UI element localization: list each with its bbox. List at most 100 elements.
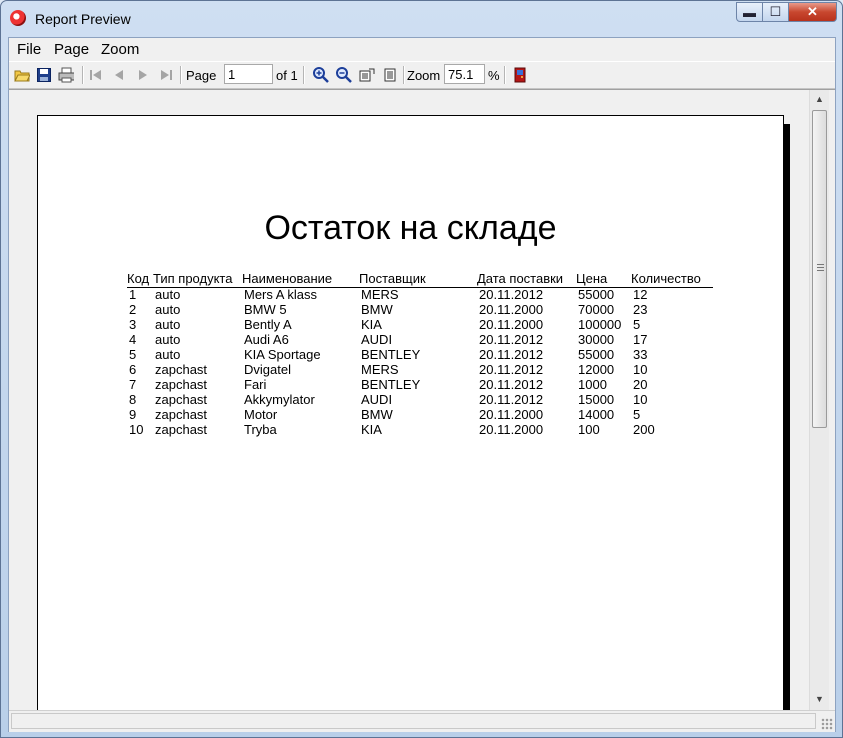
save-icon[interactable] — [36, 67, 52, 83]
page-number-input[interactable] — [224, 64, 273, 84]
preview-viewport: Остаток на складе Код Тип продукта Наимено… — [9, 89, 835, 710]
first-page-icon[interactable] — [88, 67, 104, 83]
zoom-input[interactable] — [444, 64, 485, 84]
close-button[interactable]: ✕ — [789, 2, 837, 22]
cell-date: 20.11.2012 — [479, 332, 544, 347]
cell-qty: 5 — [633, 317, 641, 332]
cell-name: Motor — [244, 407, 278, 422]
cell-date: 20.11.2012 — [479, 287, 544, 302]
cell-supplier: BMW — [361, 407, 393, 422]
cell-supplier: AUDI — [361, 392, 393, 407]
column-header-date: Дата поставки — [477, 271, 564, 286]
cell-code: 7 — [129, 377, 137, 392]
whole-page-icon[interactable] — [382, 67, 398, 83]
open-folder-icon[interactable] — [14, 67, 30, 83]
window-title: Report Preview — [35, 11, 131, 27]
report-title: Остаток на складе — [264, 209, 557, 247]
report-preview-window: Report Preview ▬ ☐ ✕ File Page Zoom Page… — [0, 0, 843, 738]
report-page: Остаток на складе Код Тип продукта Наимено… — [37, 115, 784, 710]
cell-qty: 20 — [633, 377, 648, 392]
cell-supplier: KIA — [361, 422, 382, 437]
scrollbar-grip-icon — [817, 264, 824, 273]
cell-qty: 10 — [633, 362, 648, 377]
vertical-scrollbar[interactable]: ▲ ▼ — [809, 90, 829, 710]
resize-grip-icon[interactable] — [821, 718, 833, 730]
page-label: Page — [186, 68, 217, 83]
menu-page[interactable]: Page — [54, 41, 89, 58]
cell-date: 20.11.2012 — [479, 347, 544, 362]
column-header-code: Код — [127, 271, 150, 286]
cell-date: 20.11.2000 — [479, 407, 544, 422]
zoom-out-icon[interactable] — [336, 67, 352, 83]
column-header-qty: Количество — [631, 271, 701, 286]
cell-price: 14000 — [578, 407, 615, 422]
cell-type: auto — [155, 317, 181, 332]
title-bar[interactable]: Report Preview ▬ ☐ ✕ — [1, 1, 842, 37]
column-header-price: Цена — [576, 271, 608, 286]
cell-price: 100 — [578, 422, 600, 437]
cell-qty: 12 — [633, 287, 648, 302]
status-bar — [9, 710, 835, 732]
cell-type: zapchast — [155, 422, 208, 437]
minimize-button[interactable]: ▬ — [736, 2, 763, 22]
print-icon[interactable] — [58, 67, 74, 83]
toolbar-separator — [180, 66, 182, 84]
cell-code: 4 — [129, 332, 137, 347]
cell-price: 30000 — [578, 332, 615, 347]
cell-supplier: MERS — [361, 362, 399, 377]
toolbar-separator — [82, 66, 84, 84]
maximize-button[interactable]: ☐ — [763, 2, 789, 22]
cell-qty: 17 — [633, 332, 648, 347]
table-row: 10 zapchast Tryba KIA 20.11.2000 100 200 — [127, 422, 713, 437]
zoom-in-icon[interactable] — [313, 67, 329, 83]
page-width-icon[interactable] — [359, 67, 375, 83]
cell-code: 3 — [129, 317, 137, 332]
cell-code: 5 — [129, 347, 137, 362]
last-page-icon[interactable] — [158, 67, 174, 83]
cell-qty: 5 — [633, 407, 641, 422]
scroll-up-arrow-icon[interactable]: ▲ — [810, 90, 829, 107]
scroll-down-arrow-icon[interactable]: ▼ — [810, 690, 829, 707]
caption-buttons: ▬ ☐ ✕ — [736, 2, 837, 22]
cell-code: 2 — [129, 302, 137, 317]
cell-qty: 23 — [633, 302, 648, 317]
cell-type: zapchast — [155, 407, 208, 422]
next-page-icon[interactable] — [135, 67, 151, 83]
scrollbar-thumb[interactable] — [812, 110, 827, 428]
toolbar-separator — [303, 66, 305, 84]
app-icon — [10, 10, 26, 26]
cell-type: zapchast — [155, 362, 208, 377]
cell-type: zapchast — [155, 377, 208, 392]
cell-name: Bently A — [244, 317, 292, 332]
table-row: 9 zapchast Motor BMW 20.11.2000 14000 5 — [127, 407, 713, 422]
cell-qty: 10 — [633, 392, 648, 407]
exit-door-icon[interactable] — [512, 67, 528, 83]
cell-name: KIA Sportage — [244, 347, 321, 362]
column-header-name: Наименование — [242, 271, 333, 286]
cell-type: auto — [155, 302, 181, 317]
cell-type: auto — [155, 347, 181, 362]
page-count-label: of 1 — [276, 68, 298, 83]
cell-name: BMW 5 — [244, 302, 287, 317]
cell-supplier: BENTLEY — [361, 377, 421, 392]
cell-name: Dvigatel — [244, 362, 291, 377]
cell-price: 55000 — [578, 347, 615, 362]
cell-date: 20.11.2012 — [479, 377, 544, 392]
cell-code: 10 — [129, 422, 144, 437]
cell-code: 6 — [129, 362, 137, 377]
percent-label: % — [488, 68, 500, 83]
menu-file[interactable]: File — [17, 41, 41, 58]
cell-date: 20.11.2000 — [479, 317, 544, 332]
cell-supplier: MERS — [361, 287, 399, 302]
status-pane — [11, 713, 816, 729]
toolbar-separator — [403, 66, 405, 84]
menu-zoom[interactable]: Zoom — [101, 41, 139, 58]
cell-supplier: BENTLEY — [361, 347, 421, 362]
cell-type: zapchast — [155, 392, 208, 407]
cell-date: 20.11.2012 — [479, 362, 544, 377]
cell-price: 15000 — [578, 392, 615, 407]
cell-price: 12000 — [578, 362, 615, 377]
previous-page-icon[interactable] — [111, 67, 127, 83]
table-row: 1 auto Mers A klass MERS 20.11.2012 55000 12 — [127, 287, 713, 302]
cell-price: 70000 — [578, 302, 615, 317]
